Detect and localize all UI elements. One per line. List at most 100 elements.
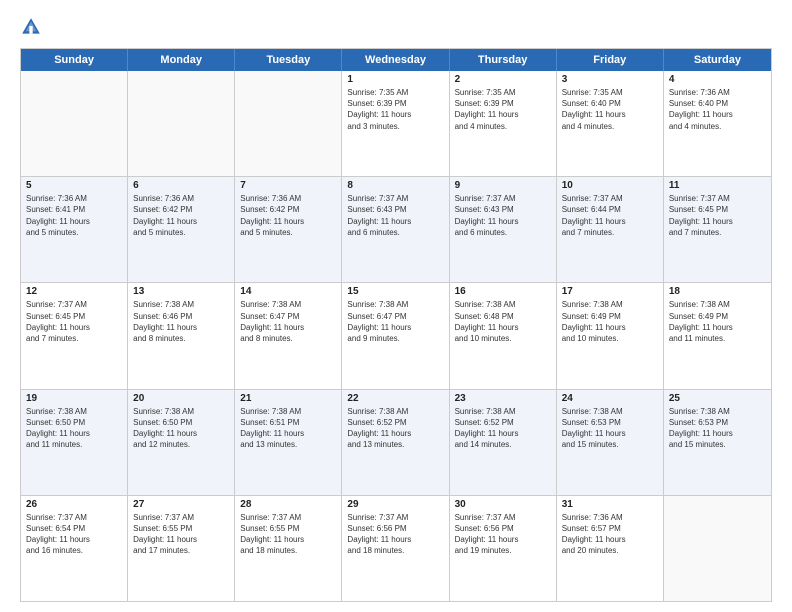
calendar-cell-0-5: 3Sunrise: 7:35 AM Sunset: 6:40 PM Daylig… — [557, 71, 664, 176]
day-number: 18 — [669, 286, 766, 297]
day-number: 6 — [133, 180, 229, 191]
cell-info: Sunrise: 7:38 AM Sunset: 6:53 PM Dayligh… — [669, 406, 766, 451]
calendar-cell-3-0: 19 Sunrise: 7:38 AM Sunset: 6:50 PM Dayli… — [21, 390, 128, 495]
cell-info: Sunrise: 7:38 AM Sunset: 6:47 PM Dayligh… — [240, 299, 336, 344]
day-number: 13 — [133, 286, 229, 297]
day-number: 19 — [26, 393, 122, 404]
cell-info: Sunrise: 7:38 AM Sunset: 6:51 PM Dayligh… — [240, 406, 336, 451]
logo-icon — [20, 16, 42, 38]
day-number: 9 — [455, 180, 551, 191]
day-number: 20 — [133, 393, 229, 404]
day-number: 15 — [347, 286, 443, 297]
calendar-cell-4-2: 28 Sunrise: 7:37 AM Sunset: 6:55 PM Dayli… — [235, 496, 342, 601]
calendar-cell-2-4: 16 Sunrise: 7:38 AM Sunset: 6:48 PM Dayli… — [450, 283, 557, 388]
calendar-cell-1-0: 5Sunrise: 7:36 AM Sunset: 6:41 PM Daylig… — [21, 177, 128, 282]
calendar-cell-2-2: 14 Sunrise: 7:38 AM Sunset: 6:47 PM Dayli… — [235, 283, 342, 388]
calendar-row-0: 1 Sunrise: 7:35 AM Sunset: 6:39 PM Daylig… — [21, 71, 771, 176]
day-number: 27 — [133, 499, 229, 510]
day-number: 28 — [240, 499, 336, 510]
calendar-cell-3-6: 25 Sunrise: 7:38 AM Sunset: 6:53 PM Dayli… — [664, 390, 771, 495]
cell-info: Sunrise: 7:38 AM Sunset: 6:49 PM Dayligh… — [669, 299, 766, 344]
day-number: 14 — [240, 286, 336, 297]
cell-info: Sunrise: 7:36 AM Sunset: 6:40 PM Dayligh… — [669, 87, 766, 132]
day-number: 16 — [455, 286, 551, 297]
header-day-sunday: Sunday — [21, 49, 128, 71]
cell-info: Sunrise: 7:38 AM Sunset: 6:49 PM Dayligh… — [562, 299, 658, 344]
calendar-cell-1-5: 10 Sunrise: 7:37 AM Sunset: 6:44 PM Dayli… — [557, 177, 664, 282]
calendar-cell-4-5: 31 Sunrise: 7:36 AM Sunset: 6:57 PM Dayli… — [557, 496, 664, 601]
cell-info: Sunrise: 7:37 AM Sunset: 6:54 PM Dayligh… — [26, 512, 122, 557]
calendar-cell-2-6: 18 Sunrise: 7:38 AM Sunset: 6:49 PM Dayli… — [664, 283, 771, 388]
day-number: 22 — [347, 393, 443, 404]
calendar-cell-1-4: 9 Sunrise: 7:37 AM Sunset: 6:43 PM Daylig… — [450, 177, 557, 282]
cell-info: Sunrise: 7:37 AM Sunset: 6:43 PM Dayligh… — [347, 193, 443, 238]
calendar-cell-1-3: 8 Sunrise: 7:37 AM Sunset: 6:43 PM Daylig… — [342, 177, 449, 282]
calendar-cell-0-0 — [21, 71, 128, 176]
day-number: 17 — [562, 286, 658, 297]
day-number: 8 — [347, 180, 443, 191]
cell-info: Sunrise: 7:37 AM Sunset: 6:55 PM Dayligh… — [133, 512, 229, 557]
calendar-cell-3-4: 23 Sunrise: 7:38 AM Sunset: 6:52 PM Dayli… — [450, 390, 557, 495]
cell-info: Sunrise: 7:38 AM Sunset: 6:50 PM Dayligh… — [133, 406, 229, 451]
calendar-cell-0-1 — [128, 71, 235, 176]
calendar-cell-4-1: 27 Sunrise: 7:37 AM Sunset: 6:55 PM Dayli… — [128, 496, 235, 601]
calendar-cell-2-3: 15 Sunrise: 7:38 AM Sunset: 6:47 PM Dayli… — [342, 283, 449, 388]
day-number: 29 — [347, 499, 443, 510]
cell-info: Sunrise: 7:37 AM Sunset: 6:55 PM Dayligh… — [240, 512, 336, 557]
day-number: 31 — [562, 499, 658, 510]
cell-info: Sunrise: 7:35 AM Sunset: 6:40 PM Dayligh… — [562, 87, 658, 132]
day-number: 24 — [562, 393, 658, 404]
day-number: 25 — [669, 393, 766, 404]
day-number: 1 — [347, 74, 443, 85]
calendar-cell-4-0: 26 Sunrise: 7:37 AM Sunset: 6:54 PM Dayli… — [21, 496, 128, 601]
cell-info: Sunrise: 7:36 AM Sunset: 6:57 PM Dayligh… — [562, 512, 658, 557]
day-number: 11 — [669, 180, 766, 191]
calendar-cell-3-1: 20 Sunrise: 7:38 AM Sunset: 6:50 PM Dayli… — [128, 390, 235, 495]
cell-info: Sunrise: 7:38 AM Sunset: 6:47 PM Dayligh… — [347, 299, 443, 344]
calendar-page: SundayMondayTuesdayWednesdayThursdayFrid… — [0, 0, 792, 612]
cell-info: Sunrise: 7:36 AM Sunset: 6:41 PM Dayligh… — [26, 193, 122, 238]
cell-info: Sunrise: 7:38 AM Sunset: 6:46 PM Dayligh… — [133, 299, 229, 344]
logo — [20, 16, 46, 38]
calendar-row-3: 19 Sunrise: 7:38 AM Sunset: 6:50 PM Dayli… — [21, 389, 771, 495]
calendar-row-2: 12Sunrise: 7:37 AM Sunset: 6:45 PM Dayli… — [21, 282, 771, 388]
header-day-tuesday: Tuesday — [235, 49, 342, 71]
day-number: 10 — [562, 180, 658, 191]
day-number: 7 — [240, 180, 336, 191]
calendar-cell-2-0: 12Sunrise: 7:37 AM Sunset: 6:45 PM Dayli… — [21, 283, 128, 388]
calendar-cell-0-2 — [235, 71, 342, 176]
header-day-thursday: Thursday — [450, 49, 557, 71]
day-number: 26 — [26, 499, 122, 510]
header-day-saturday: Saturday — [664, 49, 771, 71]
cell-info: Sunrise: 7:36 AM Sunset: 6:42 PM Dayligh… — [240, 193, 336, 238]
day-number: 12 — [26, 286, 122, 297]
calendar-cell-3-2: 21 Sunrise: 7:38 AM Sunset: 6:51 PM Dayli… — [235, 390, 342, 495]
cell-info: Sunrise: 7:37 AM Sunset: 6:43 PM Dayligh… — [455, 193, 551, 238]
cell-info: Sunrise: 7:38 AM Sunset: 6:52 PM Dayligh… — [347, 406, 443, 451]
calendar-cell-1-1: 6 Sunrise: 7:36 AM Sunset: 6:42 PM Daylig… — [128, 177, 235, 282]
cell-info: Sunrise: 7:36 AM Sunset: 6:42 PM Dayligh… — [133, 193, 229, 238]
calendar-cell-0-4: 2 Sunrise: 7:35 AM Sunset: 6:39 PM Daylig… — [450, 71, 557, 176]
calendar-cell-0-6: 4 Sunrise: 7:36 AM Sunset: 6:40 PM Daylig… — [664, 71, 771, 176]
calendar-cell-2-1: 13 Sunrise: 7:38 AM Sunset: 6:46 PM Dayli… — [128, 283, 235, 388]
day-number: 2 — [455, 74, 551, 85]
calendar-cell-4-4: 30Sunrise: 7:37 AM Sunset: 6:56 PM Dayli… — [450, 496, 557, 601]
cell-info: Sunrise: 7:38 AM Sunset: 6:48 PM Dayligh… — [455, 299, 551, 344]
cell-info: Sunrise: 7:38 AM Sunset: 6:52 PM Dayligh… — [455, 406, 551, 451]
calendar-header: SundayMondayTuesdayWednesdayThursdayFrid… — [21, 49, 771, 71]
day-number: 4 — [669, 74, 766, 85]
calendar-cell-3-5: 24Sunrise: 7:38 AM Sunset: 6:53 PM Dayli… — [557, 390, 664, 495]
cell-info: Sunrise: 7:37 AM Sunset: 6:56 PM Dayligh… — [347, 512, 443, 557]
calendar-cell-4-6 — [664, 496, 771, 601]
day-number: 23 — [455, 393, 551, 404]
cell-info: Sunrise: 7:37 AM Sunset: 6:44 PM Dayligh… — [562, 193, 658, 238]
page-header — [20, 16, 772, 38]
day-number: 21 — [240, 393, 336, 404]
day-number: 30 — [455, 499, 551, 510]
calendar-body: 1 Sunrise: 7:35 AM Sunset: 6:39 PM Daylig… — [21, 71, 771, 601]
cell-info: Sunrise: 7:35 AM Sunset: 6:39 PM Dayligh… — [455, 87, 551, 132]
cell-info: Sunrise: 7:38 AM Sunset: 6:50 PM Dayligh… — [26, 406, 122, 451]
calendar-cell-3-3: 22 Sunrise: 7:38 AM Sunset: 6:52 PM Dayli… — [342, 390, 449, 495]
header-day-monday: Monday — [128, 49, 235, 71]
calendar-row-4: 26 Sunrise: 7:37 AM Sunset: 6:54 PM Dayli… — [21, 495, 771, 601]
